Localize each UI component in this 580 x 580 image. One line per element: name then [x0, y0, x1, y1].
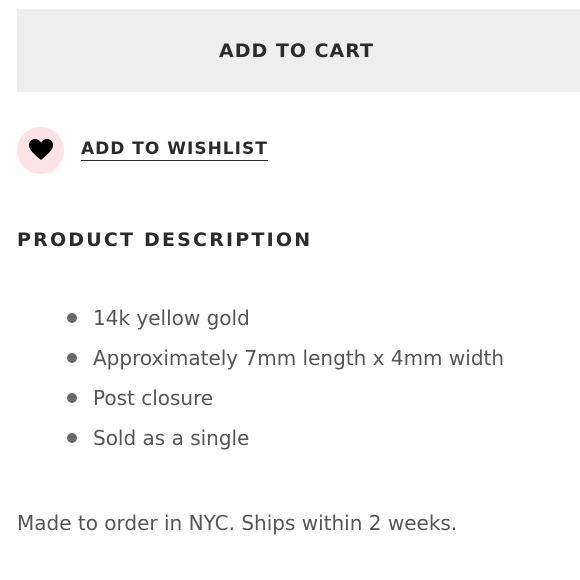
list-item: Post closure [0, 378, 504, 418]
bullet-icon [67, 353, 77, 363]
bullet-icon [67, 433, 77, 443]
add-to-wishlist-label[interactable]: ADD TO WISHLIST [81, 139, 268, 161]
bullet-icon [67, 393, 77, 403]
bullet-icon [67, 313, 77, 323]
add-to-cart-button[interactable]: ADD TO CART [17, 9, 580, 92]
list-item: 14k yellow gold [0, 298, 504, 338]
feature-text: Approximately 7mm length x 4mm width [93, 346, 505, 370]
list-item: Sold as a single [0, 418, 504, 458]
feature-text: Sold as a single [93, 426, 250, 450]
heart-icon [28, 139, 53, 160]
made-to-order-note: Made to order in NYC. Ships within 2 wee… [17, 511, 458, 535]
product-description-heading: PRODUCT DESCRIPTION [17, 229, 313, 251]
product-features-list: 14k yellow gold Approximately 7mm length… [0, 298, 504, 458]
add-to-cart-label: ADD TO CART [219, 39, 374, 62]
feature-text: 14k yellow gold [93, 306, 250, 330]
feature-text: Post closure [93, 386, 214, 410]
add-to-wishlist-link[interactable]: ADD TO WISHLIST [17, 126, 268, 174]
list-item: Approximately 7mm length x 4mm width [0, 338, 504, 378]
wishlist-icon-badge[interactable] [17, 126, 64, 174]
